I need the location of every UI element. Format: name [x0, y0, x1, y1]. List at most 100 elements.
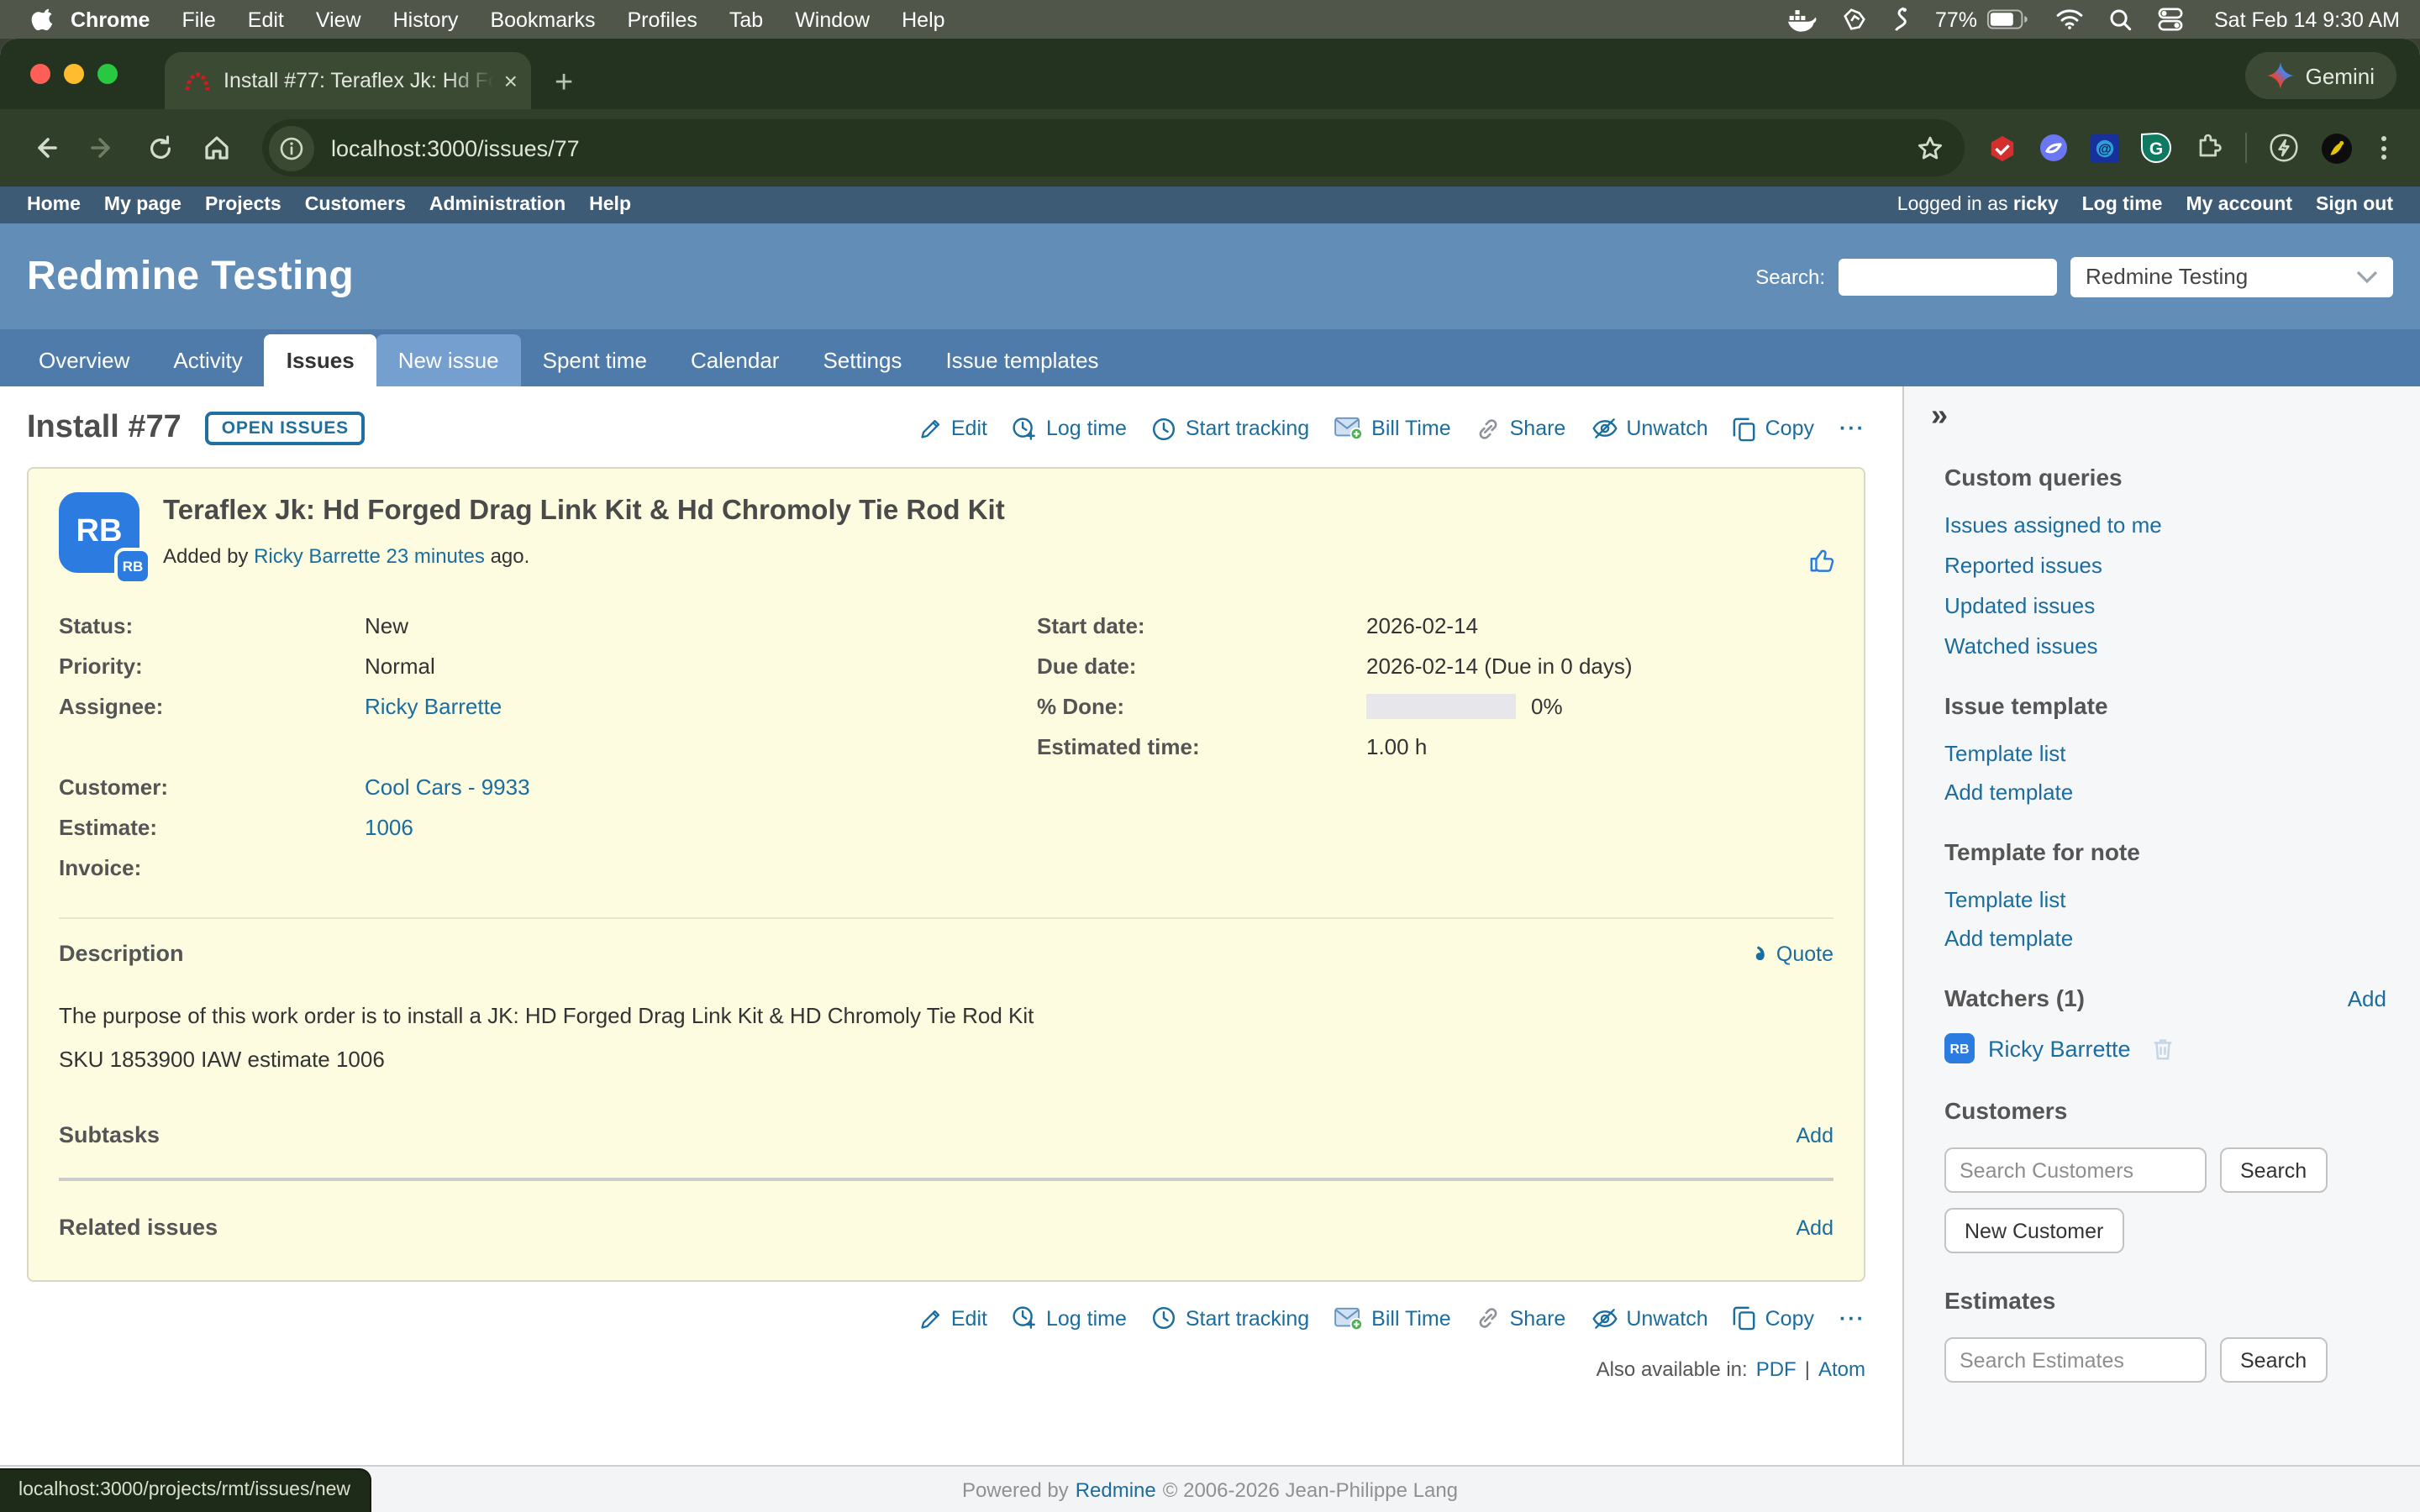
unwatch-button[interactable]: Unwatch — [1591, 417, 1707, 440]
start-tracking-button[interactable]: Start tracking — [1152, 416, 1309, 441]
battery-saver-icon[interactable] — [2269, 133, 2299, 163]
menubar-item-file[interactable]: File — [182, 8, 215, 31]
topmenu-my-page[interactable]: My page — [104, 195, 182, 215]
query-issues-assigned-to-me[interactable]: Issues assigned to me — [1944, 512, 2386, 538]
pdf-link[interactable]: PDF — [1756, 1357, 1797, 1381]
gemini-button[interactable]: Gemini — [2245, 52, 2396, 99]
menubar-item-edit[interactable]: Edit — [248, 8, 284, 31]
tab-activity[interactable]: Activity — [151, 334, 264, 386]
forward-button[interactable] — [77, 123, 128, 173]
tab-calendar[interactable]: Calendar — [669, 334, 802, 386]
extension-icon-red[interactable] — [1988, 134, 2017, 162]
project-jump-select[interactable]: Redmine Testing — [2070, 256, 2393, 297]
menubar-item-chrome[interactable]: Chrome — [71, 8, 150, 31]
query-watched-issues[interactable]: Watched issues — [1944, 633, 2386, 659]
watcher-name-link[interactable]: Ricky Barrette — [1988, 1036, 2131, 1061]
add-subtask-link[interactable]: Add — [1797, 1123, 1834, 1147]
quote-button[interactable]: Quote — [1744, 942, 1833, 965]
more-actions-button[interactable]: ··· — [1839, 417, 1865, 440]
menubar-status-icon-2[interactable] — [1843, 7, 1868, 32]
tab-settings[interactable]: Settings — [801, 334, 923, 386]
edit-button[interactable]: Edit — [919, 417, 987, 440]
copy-button-bottom[interactable]: Copy — [1733, 1305, 1814, 1331]
estimate-link[interactable]: 1006 — [365, 815, 413, 840]
address-bar[interactable]: localhost:3000/issues/77 — [262, 119, 1965, 176]
thumbs-up-icon[interactable] — [1808, 546, 1837, 583]
url-text[interactable]: localhost:3000/issues/77 — [331, 135, 1916, 160]
topmenu-projects[interactable]: Projects — [205, 195, 281, 215]
atom-link[interactable]: Atom — [1818, 1357, 1865, 1381]
maximize-window-button[interactable] — [97, 64, 118, 84]
minimize-window-button[interactable] — [64, 64, 84, 84]
menubar-status-icon-3[interactable] — [1893, 7, 1910, 32]
open-issues-badge[interactable]: OPEN ISSUES — [205, 412, 366, 445]
topmenu-help[interactable]: Help — [589, 195, 631, 215]
close-window-button[interactable] — [30, 64, 50, 84]
browser-tab[interactable]: Install #77: Teraflex Jk: Hd Fo × — [165, 52, 531, 109]
topmenu-customers[interactable]: Customers — [305, 195, 406, 215]
home-button[interactable] — [192, 123, 242, 173]
new-customer-button[interactable]: New Customer — [1944, 1208, 2123, 1253]
battery-indicator[interactable]: 77% — [1935, 8, 2029, 31]
docker-menubar-icon[interactable] — [1789, 8, 1818, 31]
menubar-item-tab[interactable]: Tab — [729, 8, 763, 31]
extension-icon-purple-loop[interactable] — [2039, 133, 2069, 163]
share-button-bottom[interactable]: Share — [1476, 1305, 1566, 1331]
grammarly-icon[interactable]: G — [2141, 133, 2171, 163]
issue-add-template-link[interactable]: Add template — [1944, 780, 2386, 805]
topmenu-log-time[interactable]: Log time — [2082, 195, 2163, 215]
query-updated-issues[interactable]: Updated issues — [1944, 593, 2386, 618]
quick-search-input[interactable] — [1839, 258, 2057, 295]
tab-issue-templates[interactable]: Issue templates — [923, 334, 1120, 386]
menubar-clock[interactable]: Sat Feb 14 9:30 AM — [2214, 8, 2400, 31]
menubar-item-window[interactable]: Window — [795, 8, 870, 31]
menubar-item-view[interactable]: View — [316, 8, 361, 31]
topmenu-sign-out[interactable]: Sign out — [2316, 195, 2393, 215]
estimates-search-button[interactable]: Search — [2220, 1337, 2327, 1383]
reload-button[interactable] — [134, 123, 185, 173]
log-time-button[interactable]: Log time — [1013, 416, 1127, 441]
menubar-item-bookmarks[interactable]: Bookmarks — [490, 8, 595, 31]
start-tracking-button-bottom[interactable]: Start tracking — [1152, 1305, 1309, 1331]
control-center-icon[interactable] — [2157, 7, 2182, 32]
menubar-item-profiles[interactable]: Profiles — [628, 8, 697, 31]
delete-watcher-icon[interactable] — [2151, 1036, 2175, 1061]
customer-link[interactable]: Cool Cars - 9933 — [365, 774, 530, 800]
wifi-icon[interactable] — [2054, 8, 2083, 30]
extension-icon-blue-badge[interactable]: @ — [2091, 134, 2119, 162]
redmine-footer-link[interactable]: Redmine — [1076, 1478, 1156, 1501]
tab-new-issue[interactable]: New issue — [376, 334, 521, 386]
bill-time-button[interactable]: Bill Time — [1334, 417, 1450, 440]
topmenu-my-account[interactable]: My account — [2186, 195, 2292, 215]
collapse-sidebar-icon[interactable]: » — [1931, 400, 2386, 430]
apple-logo-icon[interactable] — [30, 7, 54, 32]
chrome-menu-icon[interactable] — [2375, 136, 2393, 160]
unwatch-button-bottom[interactable]: Unwatch — [1591, 1306, 1707, 1330]
topmenu-administration[interactable]: Administration — [429, 195, 566, 215]
customers-search-input[interactable] — [1944, 1147, 2207, 1193]
profile-avatar[interactable] — [2321, 132, 2353, 164]
menubar-item-help[interactable]: Help — [902, 8, 944, 31]
tab-close-icon[interactable]: × — [504, 67, 518, 94]
spotlight-search-icon[interactable] — [2108, 8, 2132, 31]
new-tab-button[interactable]: + — [555, 67, 573, 99]
edit-button-bottom[interactable]: Edit — [919, 1306, 987, 1330]
share-button[interactable]: Share — [1476, 416, 1566, 441]
log-time-button-bottom[interactable]: Log time — [1013, 1305, 1127, 1331]
menubar-item-history[interactable]: History — [393, 8, 459, 31]
issue-template-list-link[interactable]: Template list — [1944, 741, 2386, 766]
back-button[interactable] — [20, 123, 71, 173]
add-watcher-link[interactable]: Add — [2348, 985, 2386, 1011]
copy-button[interactable]: Copy — [1733, 416, 1814, 441]
topmenu-home[interactable]: Home — [27, 195, 81, 215]
tab-spent-time[interactable]: Spent time — [521, 334, 669, 386]
bookmark-star-icon[interactable] — [1916, 134, 1944, 162]
note-add-template-link[interactable]: Add template — [1944, 926, 2386, 951]
estimates-search-input[interactable] — [1944, 1337, 2207, 1383]
site-info-icon[interactable] — [269, 125, 314, 171]
query-reported-issues[interactable]: Reported issues — [1944, 553, 2386, 578]
add-related-issue-link[interactable]: Add — [1797, 1215, 1834, 1239]
more-actions-button-bottom[interactable]: ··· — [1839, 1306, 1865, 1330]
extensions-puzzle-icon[interactable] — [2193, 133, 2223, 163]
customers-search-button[interactable]: Search — [2220, 1147, 2327, 1193]
